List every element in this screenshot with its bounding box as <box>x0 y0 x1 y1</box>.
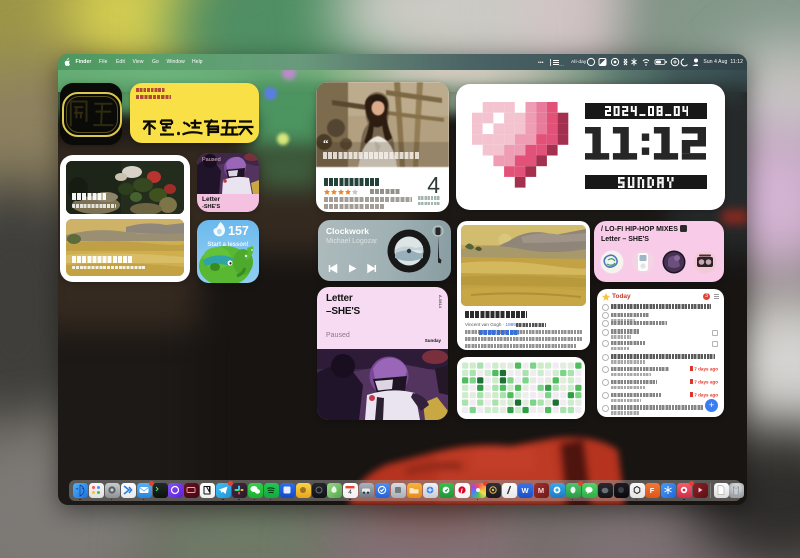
svg-text:4: 4 <box>348 489 352 496</box>
svg-text:W: W <box>522 486 530 495</box>
svg-text:F: F <box>650 486 655 495</box>
svg-text:M: M <box>538 486 544 495</box>
